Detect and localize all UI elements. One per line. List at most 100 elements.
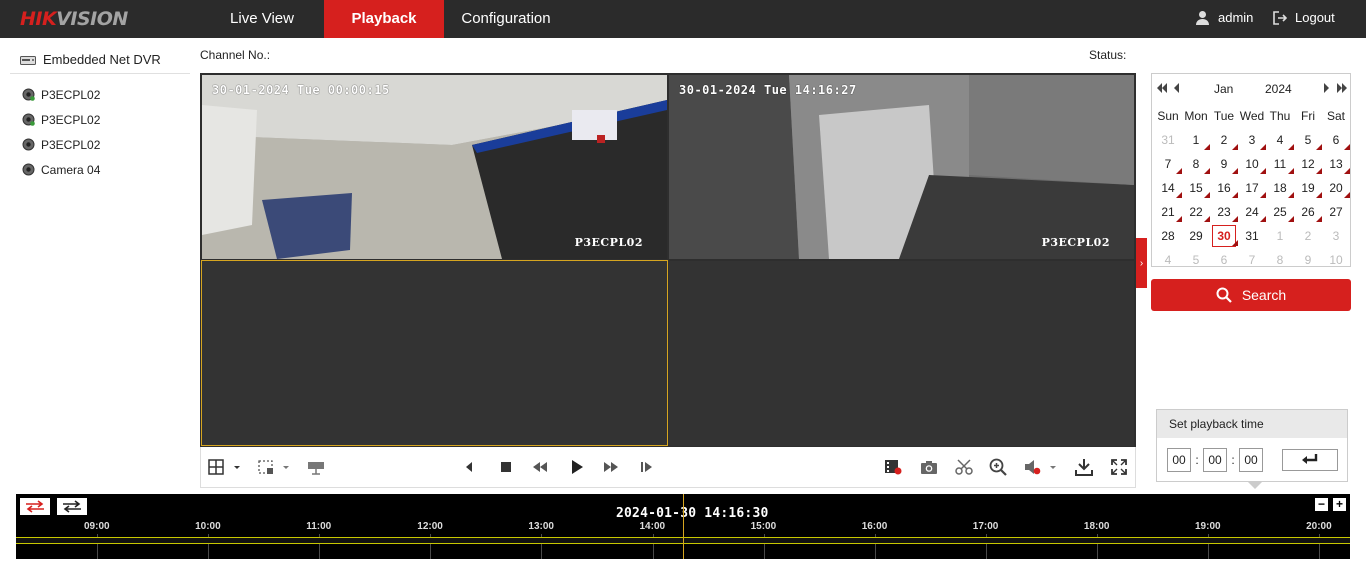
calendar-day[interactable]: 17 — [1238, 176, 1266, 200]
rewind-icon — [533, 462, 547, 472]
second-input[interactable]: 00 — [1239, 448, 1263, 472]
calendar-day[interactable]: 18 — [1266, 176, 1294, 200]
calendar-day[interactable]: 24 — [1238, 200, 1266, 224]
collapse-panel-toggle[interactable]: › — [1136, 238, 1147, 288]
calendar-day[interactable]: 31 — [1238, 224, 1266, 248]
prev-year-icon[interactable] — [1156, 83, 1168, 93]
calendar-day[interactable]: 1 — [1266, 224, 1294, 248]
nav-live-view[interactable]: Live View — [210, 0, 314, 38]
camera-item-4[interactable]: Camera 04 — [22, 157, 100, 182]
video-pane-2[interactable]: 30-01-2024 Tue 14:16:27 P3ECPL02 — [669, 75, 1134, 259]
calendar-day[interactable]: 5 — [1294, 128, 1322, 152]
video-pane-3-selected[interactable] — [201, 260, 668, 446]
calendar-day[interactable]: 11 — [1266, 152, 1294, 176]
capture-button[interactable] — [918, 458, 940, 476]
next-month-icon[interactable] — [1323, 83, 1330, 93]
slow-down-button[interactable] — [529, 458, 551, 476]
multi-select-button[interactable] — [256, 458, 292, 476]
calendar-day[interactable]: 4 — [1266, 128, 1294, 152]
calendar-day[interactable]: 31 — [1154, 128, 1182, 152]
logout-button[interactable]: Logout — [1273, 10, 1335, 25]
camera-item-3[interactable]: P3ECPL02 — [22, 132, 100, 157]
device-tree-root[interactable]: Embedded Net DVR — [20, 52, 161, 67]
fullscreen-button[interactable] — [1108, 458, 1130, 476]
user-menu[interactable]: admin — [1195, 10, 1253, 25]
calendar-day[interactable]: 3 — [1238, 128, 1266, 152]
calendar-day[interactable]: 23 — [1210, 200, 1238, 224]
zoom-in-timeline-button[interactable]: + — [1333, 498, 1346, 511]
prev-month-icon[interactable] — [1173, 83, 1180, 93]
calendar-day[interactable]: 13 — [1322, 152, 1350, 176]
sync-playback-button[interactable] — [306, 458, 326, 476]
camera-icon — [22, 138, 35, 151]
calendar-day[interactable]: 2 — [1294, 224, 1322, 248]
top-navigation-bar: HIKVISION Live View Playback Configurati… — [0, 0, 1366, 38]
calendar-day[interactable]: 8 — [1182, 152, 1210, 176]
camera-item-1[interactable]: P3ECPL02 — [22, 82, 100, 107]
calendar-day[interactable]: 6 — [1322, 128, 1350, 152]
goto-time-button[interactable] — [1282, 449, 1338, 471]
calendar-day[interactable]: 4 — [1154, 248, 1182, 272]
calendar-year[interactable]: 2024 — [1265, 82, 1292, 96]
calendar-day[interactable]: 8 — [1266, 248, 1294, 272]
reverse-play-button[interactable] — [459, 458, 479, 476]
dvr-icon — [20, 56, 36, 65]
calendar-day[interactable]: 10 — [1238, 152, 1266, 176]
channel-number-label: Channel No.: — [200, 48, 271, 62]
timeline-playhead[interactable] — [683, 494, 684, 559]
calendar-day[interactable]: 5 — [1182, 248, 1210, 272]
calendar-day[interactable]: 3 — [1322, 224, 1350, 248]
hour-input[interactable]: 00 — [1167, 448, 1191, 472]
digital-zoom-button[interactable] — [987, 458, 1009, 476]
video-pane-4[interactable] — [669, 261, 1134, 446]
calendar-day[interactable]: 14 — [1154, 176, 1182, 200]
calendar-day[interactable]: 6 — [1210, 248, 1238, 272]
timeline-filter-button[interactable] — [57, 498, 87, 515]
calendar-day[interactable]: 10 — [1322, 248, 1350, 272]
camera-item-2[interactable]: P3ECPL02 — [22, 107, 100, 132]
calendar-day[interactable]: 9 — [1210, 152, 1238, 176]
calendar-day[interactable]: 28 — [1154, 224, 1182, 248]
calendar-day[interactable]: 25 — [1266, 200, 1294, 224]
camera-feed-image — [202, 75, 667, 259]
single-frame-button[interactable] — [637, 458, 657, 476]
calendar-day-selected[interactable]: 30 — [1210, 224, 1238, 248]
timeline-hour-label: 17:00 — [972, 521, 999, 532]
calendar-day[interactable]: 7 — [1154, 152, 1182, 176]
window-split-button[interactable] — [207, 458, 243, 476]
calendar-month[interactable]: Jan — [1214, 82, 1233, 96]
calendar-day[interactable]: 16 — [1210, 176, 1238, 200]
timeline-mode-button[interactable] — [20, 498, 50, 515]
search-button[interactable]: Search — [1151, 279, 1351, 311]
calendar-day[interactable]: 20 — [1322, 176, 1350, 200]
video-pane-1[interactable]: 30-01-2024 Tue 00:00:15 P3ECPL02 — [202, 75, 667, 259]
timeline-hour-label: 14:00 — [639, 521, 666, 532]
nav-playback[interactable]: Playback — [324, 0, 444, 38]
nav-configuration[interactable]: Configuration — [444, 0, 568, 38]
stop-button[interactable] — [496, 458, 516, 476]
calendar-day[interactable]: 2 — [1210, 128, 1238, 152]
clip-download-button[interactable] — [882, 458, 904, 476]
calendar-day[interactable]: 27 — [1322, 200, 1350, 224]
timeline[interactable]: 2024-01-30 14:16:30 − + 09:00 10:00 11:00 1… — [16, 494, 1350, 559]
zoom-out-timeline-button[interactable]: − — [1315, 498, 1328, 511]
play-button[interactable] — [567, 458, 587, 476]
minute-input[interactable]: 00 — [1203, 448, 1227, 472]
calendar-day[interactable]: 15 — [1182, 176, 1210, 200]
speed-up-button[interactable] — [600, 458, 622, 476]
download-button[interactable] — [1073, 458, 1095, 476]
calendar-day[interactable]: 26 — [1294, 200, 1322, 224]
calendar-week-row: 7 8 9 10 11 12 13 — [1154, 152, 1350, 176]
calendar-day[interactable]: 22 — [1182, 200, 1210, 224]
calendar-day[interactable]: 1 — [1182, 128, 1210, 152]
calendar-day[interactable]: 21 — [1154, 200, 1182, 224]
calendar-day[interactable]: 19 — [1294, 176, 1322, 200]
clip-button[interactable] — [953, 458, 975, 476]
audio-muted-icon — [1025, 460, 1056, 475]
audio-button[interactable] — [1023, 458, 1061, 476]
calendar-day[interactable]: 29 — [1182, 224, 1210, 248]
calendar-day[interactable]: 9 — [1294, 248, 1322, 272]
next-year-icon[interactable] — [1336, 83, 1348, 93]
calendar-day[interactable]: 7 — [1238, 248, 1266, 272]
calendar-day[interactable]: 12 — [1294, 152, 1322, 176]
